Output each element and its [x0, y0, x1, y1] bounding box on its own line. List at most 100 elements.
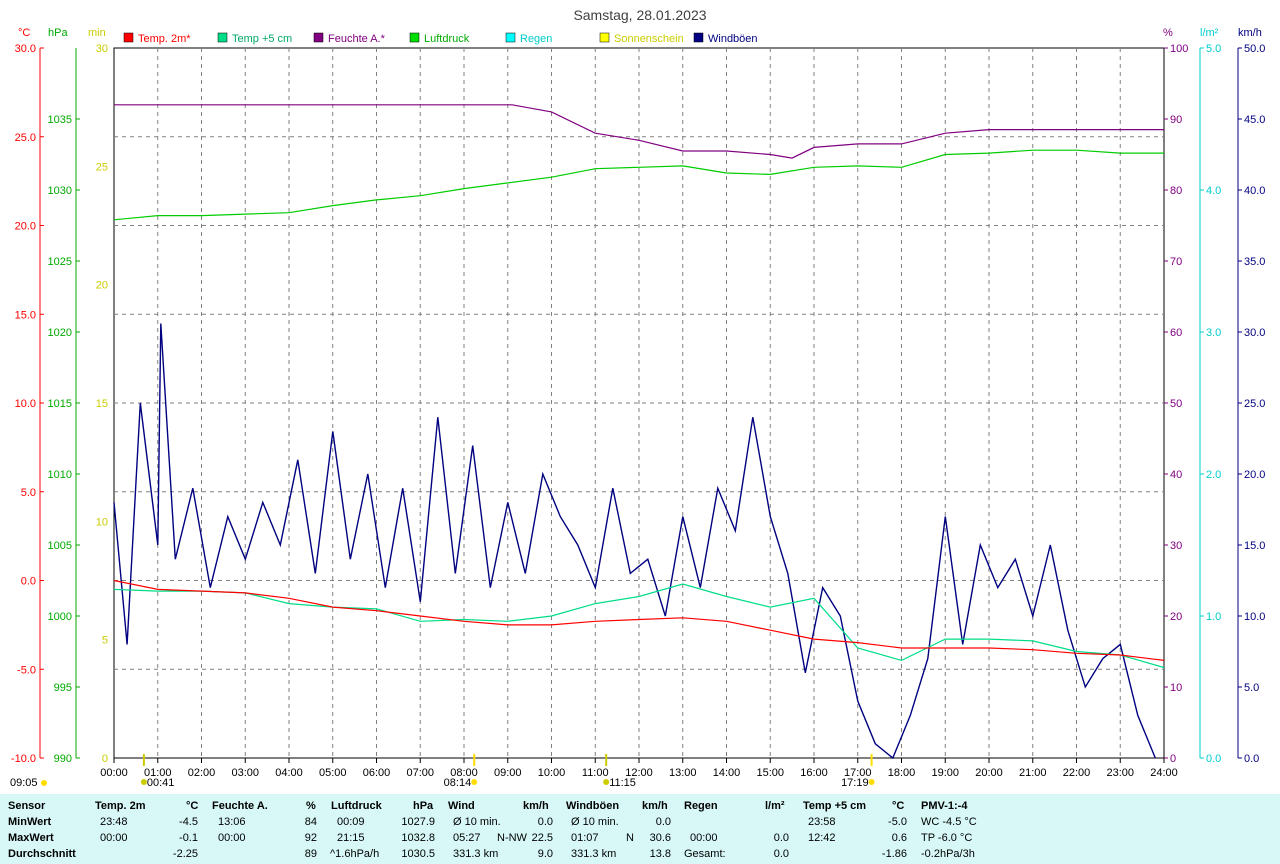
temp-tick-0: 30.0	[15, 43, 36, 55]
stats-header-humidity: Feuchte A.	[212, 800, 268, 812]
time-tick-19: 19:00	[931, 767, 959, 779]
sunshine-tick-5: 5	[102, 635, 108, 647]
wind-tick-10: 0.0	[1244, 753, 1259, 765]
pressure-tick-0: 1035	[48, 114, 72, 126]
wind-distance: 331.3 km	[453, 848, 499, 860]
pressure-max: 1032.8	[401, 832, 435, 844]
temp2m-avg: -2.25	[172, 848, 198, 860]
pressure-trend: ^1.6hPa/h	[330, 848, 380, 860]
sun-moon-markers: 00:41 08:14 11:15 17:19 09:05	[10, 754, 875, 789]
temp2m-min-time: 23:48	[100, 816, 128, 828]
right-axes: 10090807060504030201005.04.03.02.01.00.0…	[1164, 43, 1265, 765]
stats-header-sensor: Sensor	[8, 800, 46, 812]
temp5cm-min-time: 23:58	[808, 816, 836, 828]
time-tick-23: 23:00	[1106, 767, 1134, 779]
statistics-panel: Sensor Temp. 2m °C Feuchte A. % Luftdruc…	[0, 794, 1280, 864]
humidity-tick-0: 100	[1170, 43, 1188, 55]
legend-label-4: Regen	[520, 33, 552, 45]
stats-header-wind-unit: km/h	[523, 800, 549, 812]
rain-max-time: 00:00	[690, 832, 718, 844]
rain-tick-0: 5.0	[1206, 43, 1221, 55]
temp-tick-7: -5.0	[17, 664, 36, 676]
stats-header-temp5cm: Temp +5 cm	[803, 800, 867, 812]
pressure-max-time: 21:15	[337, 832, 365, 844]
gusts-max-time: 01:07	[571, 832, 599, 844]
wind-tick-5: 25.0	[1244, 398, 1265, 410]
x-axis: 00:00 01:00 02:00 03:00 04:00 05:00 06:00 07:00…	[100, 758, 1178, 779]
humidity-tick-9: 10	[1170, 682, 1182, 694]
sunset-dot	[868, 779, 875, 785]
stats-row-avg: Durchschnitt	[8, 848, 76, 860]
time-tick-22: 22:00	[1063, 767, 1091, 779]
time-tick-10: 10:00	[538, 767, 566, 779]
legend-label-3: Luftdruck	[424, 33, 470, 45]
temp-tick-1: 25.0	[15, 132, 36, 144]
sunshine-tick-6: 0	[102, 753, 108, 765]
gusts-min-label: Ø 10 min.	[571, 816, 619, 828]
stats-header-wind: Wind	[448, 800, 475, 812]
time-tick-2: 02:00	[188, 767, 216, 779]
time-tick-15: 15:00	[756, 767, 784, 779]
legend-label-1: Temp +5 cm	[232, 33, 292, 45]
humidity-min: 84	[304, 816, 317, 828]
legend-label-2: Feuchte A.*	[328, 33, 386, 45]
wind-avg: 9.0	[537, 848, 553, 860]
sunshine-tick-3: 15	[96, 398, 108, 410]
temp5cm-min: -5.0	[888, 816, 907, 828]
time-tick-11: 11:00	[582, 767, 609, 779]
time-tick-14: 14:00	[713, 767, 741, 779]
moon-label-left-dot	[41, 780, 47, 786]
temp-tick-4: 10.0	[15, 398, 36, 410]
wind-tick-8: 10.0	[1244, 611, 1265, 623]
sunshine-tick-0: 30	[96, 43, 108, 55]
unit-wind: km/h	[1238, 27, 1262, 39]
rain-tick-3: 2.0	[1206, 469, 1221, 481]
unit-humidity: %	[1163, 27, 1173, 39]
time-tick-9: 09:00	[494, 767, 522, 779]
humidity-max-time: 00:00	[218, 832, 246, 844]
pressure-tick-2: 1025	[48, 256, 72, 268]
pressure-min: 1027.9	[401, 816, 435, 828]
stats-header-temp2m-unit: °C	[186, 800, 199, 812]
pressure-min-time: 00:09	[337, 816, 365, 828]
pressure-tick-3: 1020	[48, 327, 72, 339]
moonrise-label: 11:15	[609, 777, 636, 789]
humidity-tick-10: 0	[1170, 753, 1176, 765]
pmv-tp: TP -6.0 °C	[921, 832, 973, 844]
wind-tick-1: 45.0	[1244, 114, 1265, 126]
gusts-max-dir: N	[626, 832, 634, 844]
time-tick-5: 05:00	[319, 767, 347, 779]
pressure-tick-1: 1030	[48, 185, 72, 197]
sunshine-tick-4: 10	[96, 516, 108, 528]
time-tick-6: 06:00	[363, 767, 391, 779]
legend-label-5: Sonnenschein	[614, 33, 684, 45]
left-axes: 30.0 25.0 20.0 15.0 10.0 5.0 0.0 -5.0 -10.0 1035 1…	[11, 43, 108, 765]
humidity-avg: 89	[304, 848, 317, 860]
pmv-wc: WC -4.5 °C	[921, 816, 977, 828]
rain-total-label: Gesamt:	[684, 848, 726, 860]
wind-tick-6: 20.0	[1244, 469, 1265, 481]
unit-sunshine: min	[88, 27, 106, 39]
stats-header-temp2m: Temp. 2m	[95, 800, 146, 812]
stats-header-humidity-unit: %	[306, 800, 316, 812]
stats-header-rain: Regen	[684, 800, 718, 812]
temp2m-max-time: 00:00	[100, 832, 128, 844]
time-tick-18: 18:00	[888, 767, 916, 779]
humidity-max: 92	[304, 832, 317, 844]
wind-tick-2: 40.0	[1244, 185, 1265, 197]
gusts-max: 30.6	[649, 832, 671, 844]
humidity-tick-1: 90	[1170, 114, 1182, 126]
rain-tick-2: 3.0	[1206, 327, 1221, 339]
legend-swatch-6	[693, 32, 704, 43]
chart-legend: Temp. 2m* Temp +5 cm Feuchte A.* Luftdruck R…	[123, 32, 758, 45]
wind-max: 22.5	[531, 832, 553, 844]
rain-tick-5: 0.0	[1206, 753, 1221, 765]
stats-header-pressure: Luftdruck	[331, 800, 382, 812]
legend-swatch-0	[123, 32, 134, 43]
humidity-tick-2: 80	[1170, 185, 1182, 197]
rain-max: 0.0	[773, 832, 789, 844]
weather-chart: Samstag, 28.01.2023 Temp. 2m* Temp +5 cm F…	[10, 7, 1265, 789]
stats-header-pmv: PMV-1:-4	[921, 800, 968, 812]
time-tick-20: 20:00	[975, 767, 1003, 779]
legend-swatch-3	[409, 32, 420, 43]
